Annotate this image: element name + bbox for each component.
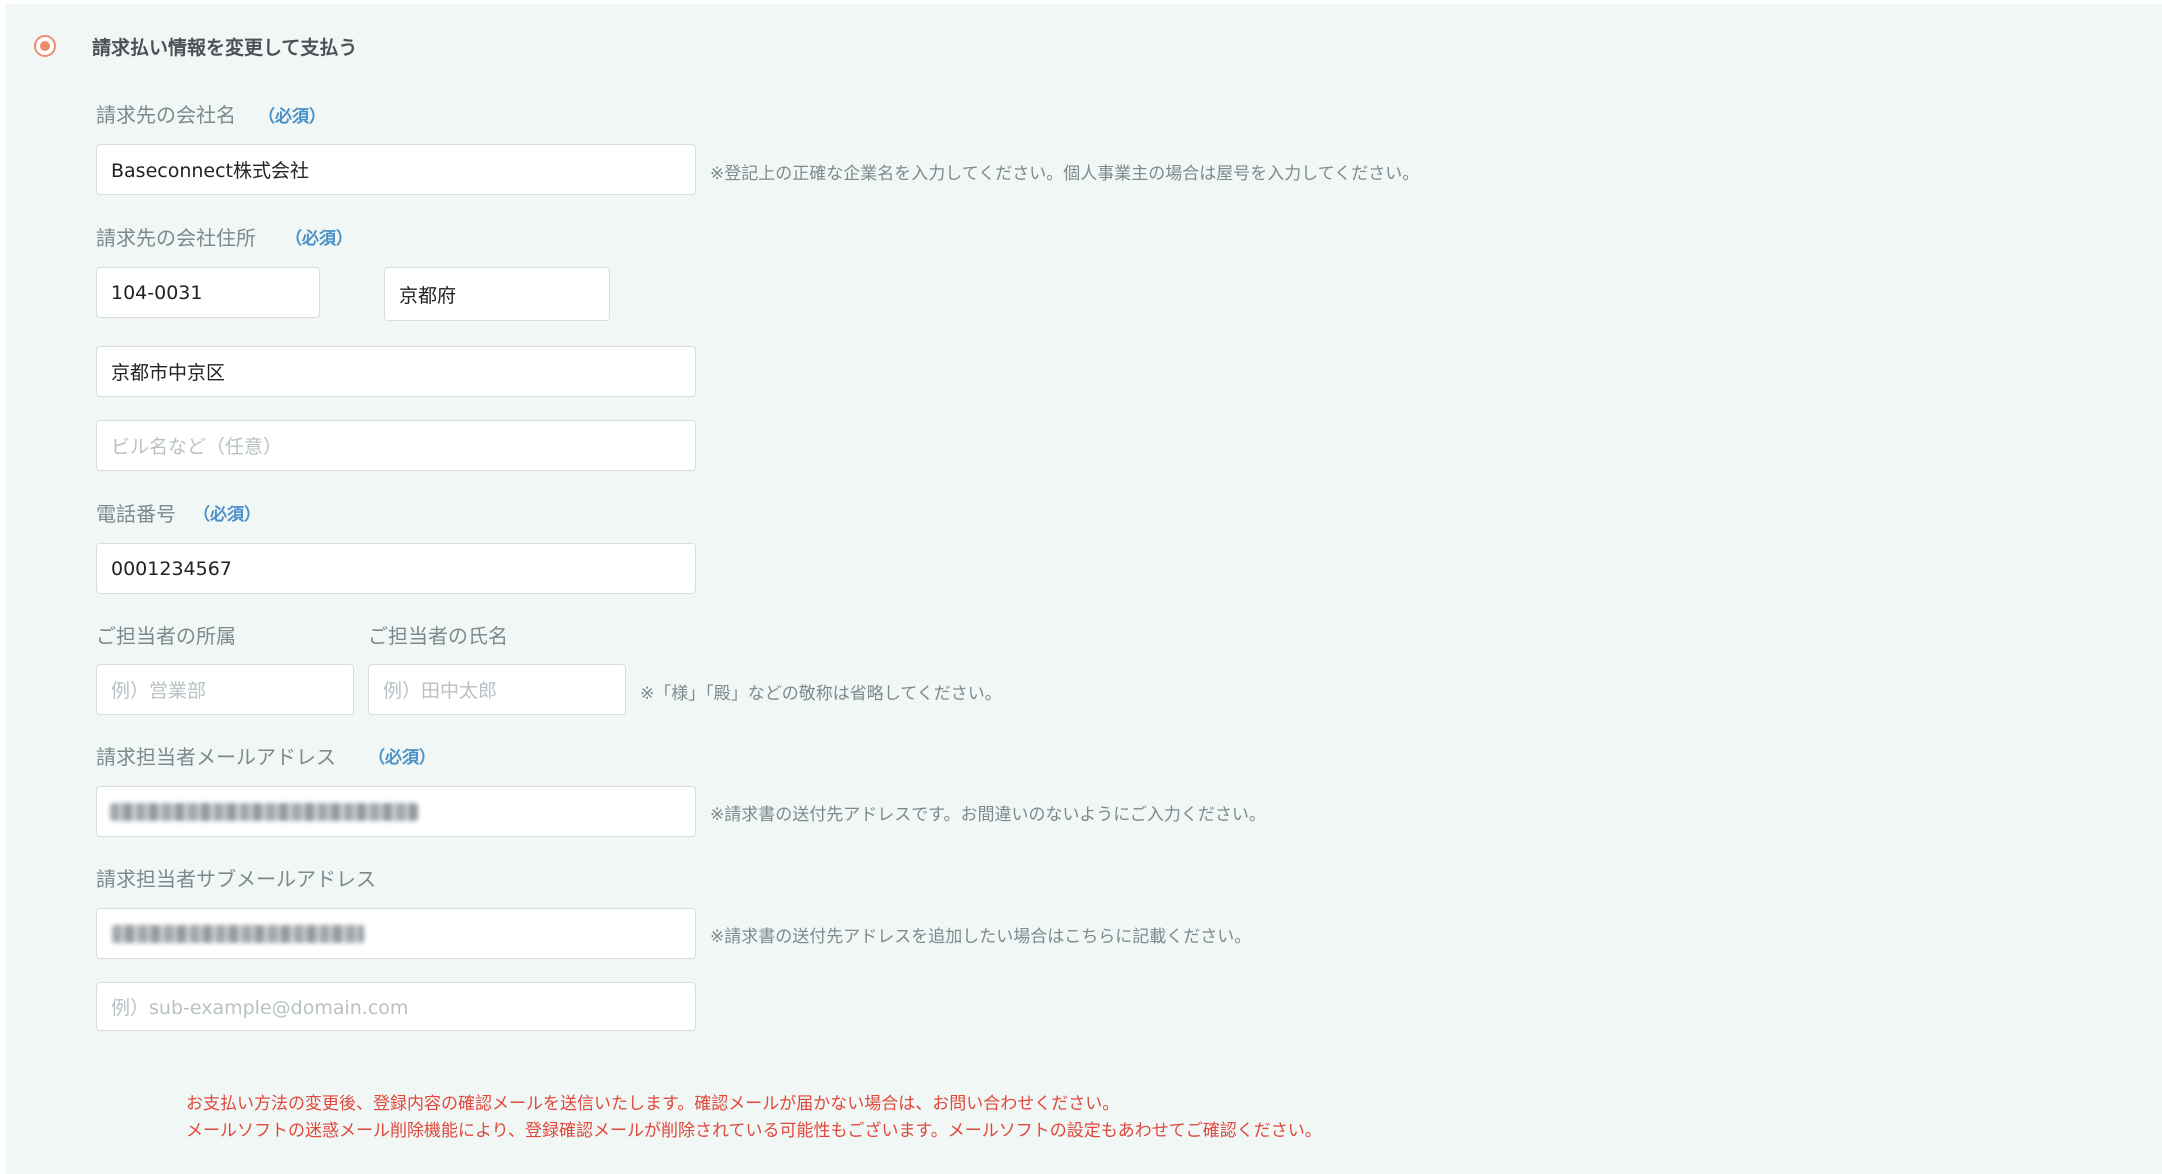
billing-sub-email-label: 請求担当者サブメールアドレス xyxy=(96,867,376,891)
postal-code-input[interactable]: 104-0031 xyxy=(96,267,320,318)
company-name-label: 請求先の会社名 xyxy=(96,103,236,127)
phone-label: 電話番号 xyxy=(96,502,176,526)
billing-email-label: 請求担当者メールアドレス xyxy=(96,745,336,769)
billing-email-required-badge: （必須） xyxy=(368,748,436,768)
building-input[interactable]: ビル名など（任意） xyxy=(96,420,696,471)
confirmation-mail-warning-1: お支払い方法の変更後、登録内容の確認メールを送信いたします。確認メールが届かない… xyxy=(186,1094,1120,1114)
contact-department-label: ご担当者の所属 xyxy=(96,624,236,648)
billing-sub-email-redacted-value xyxy=(112,925,364,943)
billing-email-redacted-value xyxy=(110,803,418,821)
billing-email-note: ※請求書の送付先アドレスです。お間違いのないようにご入力ください。 xyxy=(710,805,1266,825)
company-name-input[interactable]: Baseconnect株式会社 xyxy=(96,144,696,195)
page: 請求払い情報を変更して支払う 請求先の会社名 （必須） Baseconnect株… xyxy=(0,0,2162,1174)
contact-name-label: ご担当者の氏名 xyxy=(368,624,508,648)
company-address-label: 請求先の会社住所 xyxy=(96,226,256,250)
contact-department-input[interactable]: 例）営業部 xyxy=(96,664,354,715)
confirmation-mail-warning-2: メールソフトの迷惑メール削除機能により、登録確認メールが削除されている可能性もご… xyxy=(186,1121,1322,1141)
company-name-note: ※登記上の正確な企業名を入力してください。個人事業主の場合は屋号を入力してくださ… xyxy=(710,164,1420,184)
city-input[interactable]: 京都市中京区 xyxy=(96,346,696,397)
contact-name-note: ※「様」「殿」などの敬称は省略してください。 xyxy=(640,684,1002,704)
contact-name-input[interactable]: 例）田中太郎 xyxy=(368,664,626,715)
additional-sub-email-input[interactable]: 例）sub-example@domain.com xyxy=(96,982,696,1031)
billing-change-radio[interactable] xyxy=(34,35,56,57)
company-address-required-badge: （必須） xyxy=(285,229,353,249)
prefecture-select[interactable]: 京都府 xyxy=(384,267,610,321)
company-name-required-badge: （必須） xyxy=(258,107,326,127)
phone-required-badge: （必須） xyxy=(193,505,261,525)
phone-input[interactable]: 0001234567 xyxy=(96,543,696,594)
billing-sub-email-note: ※請求書の送付先アドレスを追加したい場合はこちらに記載ください。 xyxy=(710,927,1252,947)
section-title[interactable]: 請求払い情報を変更して支払う xyxy=(92,33,357,60)
